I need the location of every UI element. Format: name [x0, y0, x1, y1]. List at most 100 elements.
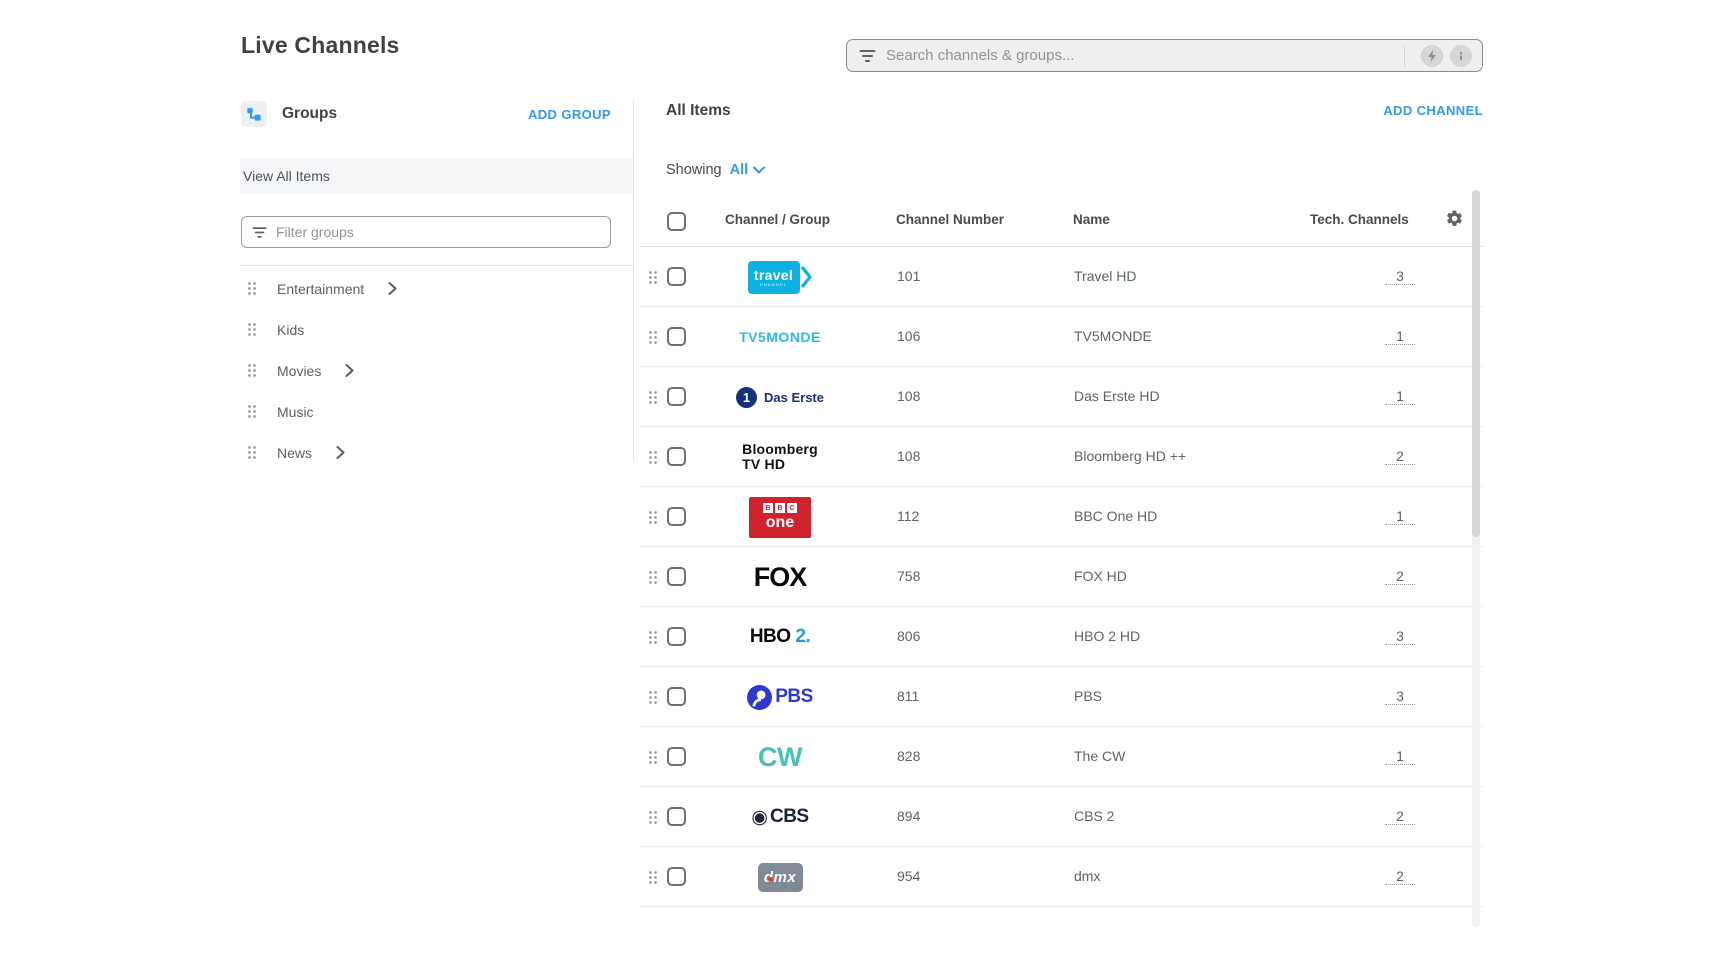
drag-handle-icon[interactable]: [247, 445, 257, 460]
channel-number-cell: 806: [897, 628, 920, 644]
channel-name-cell: dmx: [1074, 868, 1100, 884]
channel-logo: HBO 2.: [710, 607, 850, 667]
tech-channels-link[interactable]: 1: [1385, 748, 1415, 765]
channel-logo: FOX: [710, 547, 850, 607]
group-item[interactable]: Music: [241, 391, 611, 432]
table-row: FOX 758 FOX HD 2: [640, 547, 1483, 607]
channel-name-cell: PBS: [1074, 688, 1102, 704]
filter-groups-input[interactable]: [276, 224, 600, 240]
drag-handle-icon[interactable]: [648, 330, 658, 345]
page-title: Live Channels: [241, 32, 400, 59]
drag-handle-icon[interactable]: [648, 450, 658, 465]
row-checkbox[interactable]: [667, 807, 686, 826]
group-list: Entertainment Kids Movies: [241, 268, 611, 473]
row-checkbox[interactable]: [667, 387, 686, 406]
drag-handle-icon[interactable]: [648, 870, 658, 885]
gear-icon: [1445, 209, 1464, 228]
view-all-items[interactable]: View All Items: [240, 158, 633, 194]
channel-logo: BBCone: [710, 487, 850, 547]
search-input[interactable]: [886, 47, 1398, 64]
table-row: dmx 954 dmx 2: [640, 847, 1483, 907]
channel-name-cell: CBS 2: [1074, 808, 1114, 824]
bbc-one-logo: BBCone: [749, 497, 811, 538]
row-checkbox[interactable]: [667, 567, 686, 586]
channel-name-cell: The CW: [1074, 748, 1125, 764]
row-checkbox[interactable]: [667, 327, 686, 346]
table-row: HBO 2. 806 HBO 2 HD 3: [640, 607, 1483, 667]
info-icon-button[interactable]: [1450, 45, 1472, 67]
table-row: ◉CBS 894 CBS 2 2: [640, 787, 1483, 847]
group-item[interactable]: Movies: [241, 350, 611, 391]
drag-handle-icon[interactable]: [648, 510, 658, 525]
channel-number-cell: 108: [897, 448, 920, 464]
row-checkbox[interactable]: [667, 867, 686, 886]
group-item[interactable]: Kids: [241, 309, 611, 350]
row-checkbox[interactable]: [667, 507, 686, 526]
tech-channels-link[interactable]: 1: [1385, 388, 1415, 405]
tech-channels-link[interactable]: 3: [1385, 688, 1415, 705]
tech-channels-link[interactable]: 2: [1385, 448, 1415, 465]
table-settings-button[interactable]: [1445, 209, 1464, 231]
channel-logo: CW: [710, 727, 850, 787]
tech-channels-link[interactable]: 3: [1385, 268, 1415, 285]
channel-name-cell: Bloomberg HD ++: [1074, 448, 1186, 464]
all-items-panel: All Items ADD CHANNEL Showing All Channe…: [640, 100, 1483, 910]
drag-handle-icon[interactable]: [648, 270, 658, 285]
cbs-logo: ◉CBS: [751, 806, 808, 828]
drag-handle-icon[interactable]: [648, 750, 658, 765]
group-label: Kids: [277, 322, 304, 338]
showing-label: Showing: [666, 162, 722, 178]
table-header: Channel / Group Channel Number Name Tech…: [640, 196, 1483, 247]
tech-channels-link[interactable]: 3: [1385, 628, 1415, 645]
channel-logo: PBS: [710, 667, 850, 727]
chevron-right-icon[interactable]: [388, 282, 397, 295]
table-row: travelCHANNEL 101 Travel HD 3: [640, 247, 1483, 307]
tech-channels-link[interactable]: 1: [1385, 328, 1415, 345]
row-checkbox[interactable]: [667, 687, 686, 706]
tech-channels-link[interactable]: 2: [1385, 568, 1415, 585]
drag-handle-icon[interactable]: [648, 630, 658, 645]
panel-divider: [633, 100, 634, 462]
group-item[interactable]: News: [241, 432, 611, 473]
row-checkbox[interactable]: [667, 747, 686, 766]
chevron-down-icon: [753, 166, 765, 174]
lightning-icon: [1426, 49, 1438, 63]
row-checkbox[interactable]: [667, 267, 686, 286]
chevron-right-icon[interactable]: [345, 364, 354, 377]
row-checkbox[interactable]: [667, 627, 686, 646]
drag-handle-icon[interactable]: [247, 322, 257, 337]
filter-groups-box[interactable]: [241, 216, 611, 248]
add-channel-button[interactable]: ADD CHANNEL: [1383, 103, 1483, 118]
pbs-logo: PBS: [747, 685, 813, 710]
chevron-right-icon[interactable]: [336, 446, 345, 459]
group-item[interactable]: Entertainment: [241, 268, 611, 309]
search-divider: [1404, 45, 1405, 67]
col-channel-group: Channel / Group: [725, 212, 830, 227]
search-bar[interactable]: [846, 39, 1483, 72]
drag-handle-icon[interactable]: [648, 810, 658, 825]
groups-header: Groups ADD GROUP: [241, 100, 611, 128]
drag-handle-icon[interactable]: [648, 390, 658, 405]
tech-channels-link[interactable]: 2: [1385, 868, 1415, 885]
select-all-checkbox[interactable]: [667, 212, 686, 231]
drag-handle-icon[interactable]: [247, 404, 257, 419]
channel-logo: dmx: [710, 847, 850, 907]
showing-filter: Showing All: [666, 162, 765, 178]
group-label: News: [277, 445, 312, 461]
tech-channels-link[interactable]: 1: [1385, 508, 1415, 525]
lightning-icon-button[interactable]: [1421, 45, 1443, 67]
showing-dropdown[interactable]: All: [730, 162, 766, 178]
tech-channels-link[interactable]: 2: [1385, 808, 1415, 825]
drag-handle-icon[interactable]: [648, 690, 658, 705]
drag-handle-icon[interactable]: [247, 363, 257, 378]
channel-logo: travelCHANNEL: [710, 247, 850, 307]
groups-panel: Groups ADD GROUP View All Items Entertai…: [241, 100, 611, 128]
drag-handle-icon[interactable]: [648, 570, 658, 585]
row-checkbox[interactable]: [667, 447, 686, 466]
channel-name-cell: Das Erste HD: [1074, 388, 1160, 404]
drag-handle-icon[interactable]: [247, 281, 257, 296]
scrollbar-thumb[interactable]: [1472, 190, 1480, 537]
add-group-button[interactable]: ADD GROUP: [528, 107, 611, 122]
col-channel-number: Channel Number: [896, 212, 1004, 227]
channel-logo: 1Das Erste: [710, 367, 850, 427]
